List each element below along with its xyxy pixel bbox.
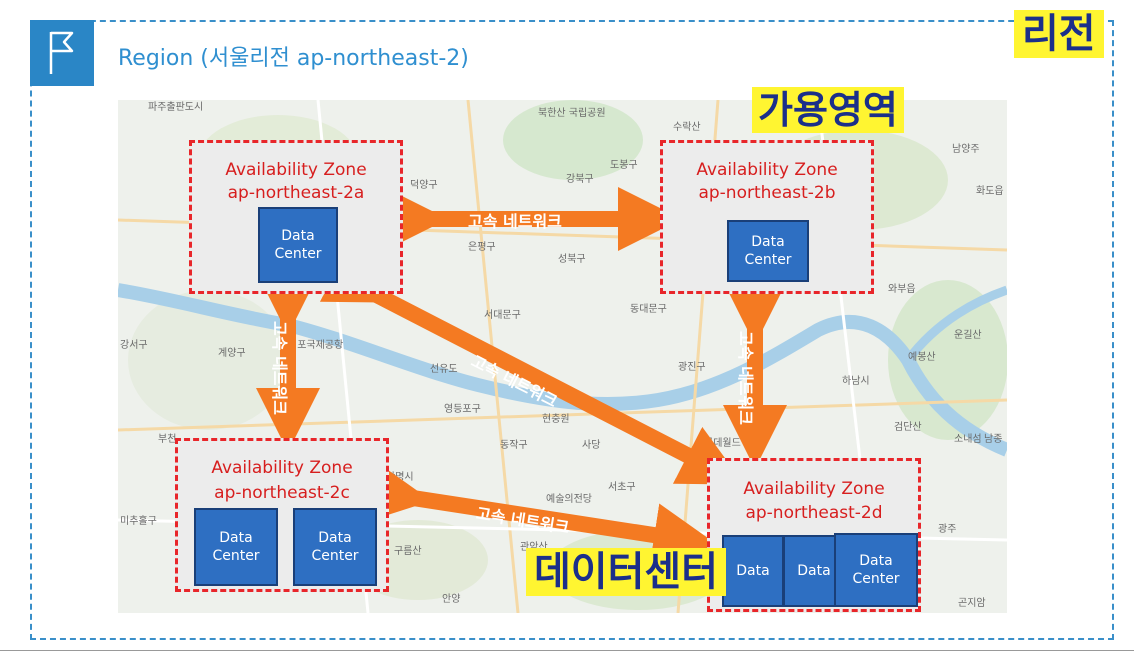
availability-zone-2a: Availability Zone ap-northeast-2a Data C… bbox=[189, 140, 403, 294]
data-center: Data Center bbox=[258, 207, 338, 283]
data-center: Data bbox=[722, 535, 784, 607]
data-center: Data Center bbox=[194, 508, 278, 586]
link-label-2a-2b: 고속 네트워크 bbox=[468, 212, 562, 231]
availability-zone-2b: Availability Zone ap-northeast-2b Data C… bbox=[660, 140, 874, 294]
az-id: ap-northeast-2d bbox=[745, 503, 883, 523]
az-title: Availability Zone bbox=[696, 160, 838, 180]
data-center: Data Center bbox=[293, 508, 377, 586]
az-title: Availability Zone bbox=[743, 479, 885, 499]
data-center: Data Center bbox=[727, 220, 809, 282]
az-title: Availability Zone bbox=[211, 458, 353, 478]
callout-region: 리전 bbox=[1014, 10, 1104, 58]
az-id: ap-northeast-2c bbox=[214, 483, 350, 503]
link-label-2b-2d: 고속 네트워크 bbox=[735, 331, 755, 425]
az-id: ap-northeast-2b bbox=[698, 183, 836, 203]
availability-zone-2c: Availability Zone ap-northeast-2c Data C… bbox=[175, 438, 389, 592]
az-title: Availability Zone bbox=[225, 160, 367, 180]
availability-zone-2d: Availability Zone ap-northeast-2d Data D… bbox=[707, 458, 921, 612]
az-id: ap-northeast-2a bbox=[227, 183, 365, 203]
callout-availability-zone: 가용영역 bbox=[752, 87, 904, 133]
data-center: Data Center bbox=[834, 533, 918, 607]
bottom-divider bbox=[0, 650, 1134, 651]
callout-data-center: 데이터센터 bbox=[526, 548, 726, 596]
link-label-2a-2c: 고속 네트워크 bbox=[269, 321, 289, 415]
